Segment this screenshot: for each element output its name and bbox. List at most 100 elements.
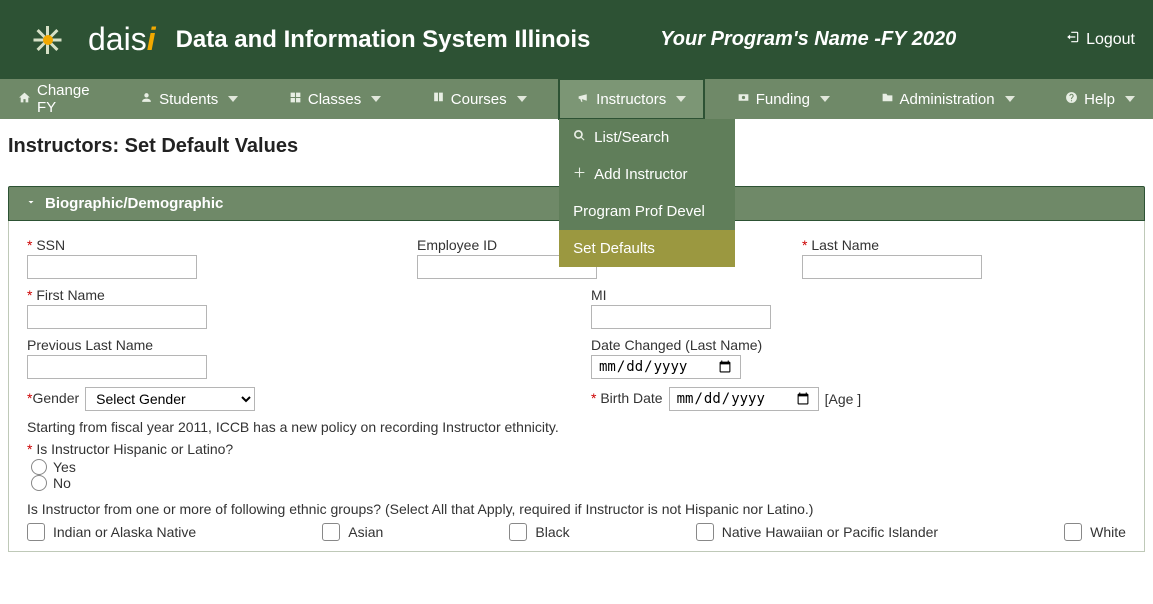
folder-icon — [881, 91, 894, 108]
mi-input[interactable] — [591, 305, 771, 329]
money-icon — [737, 91, 750, 108]
radio-yes-label: Yes — [53, 459, 76, 475]
hispanic-yes[interactable]: Yes — [31, 459, 1126, 475]
ssn-label: SSN — [36, 237, 65, 253]
ethnic-groups-question: Is Instructor from one or more of follow… — [27, 501, 1126, 517]
nav-students-label: Students — [159, 91, 218, 108]
program-name: Your Program's Name -FY 2020 — [660, 28, 956, 51]
field-first-name: * First Name — [27, 287, 571, 329]
nav-classes[interactable]: Classes — [271, 79, 399, 119]
field-prev-last-name: Previous Last Name — [27, 337, 571, 379]
nav-students[interactable]: Students — [122, 79, 256, 119]
caret-icon — [371, 96, 381, 102]
ethnic-asian-label: Asian — [348, 524, 383, 540]
nav-instructors-label: Instructors — [596, 91, 666, 108]
prev-last-name-input[interactable] — [27, 355, 207, 379]
mi-label: MI — [591, 287, 771, 303]
megaphone-icon — [577, 91, 590, 108]
nav-administration[interactable]: Administration — [863, 79, 1033, 119]
logout-link[interactable]: Logout — [1066, 30, 1135, 49]
hispanic-radio-group: Yes No — [27, 459, 1126, 491]
radio-no-label: No — [53, 475, 71, 491]
caret-icon — [676, 96, 686, 102]
ethnic-black-label: Black — [535, 524, 569, 540]
logout-icon — [1066, 30, 1080, 49]
dropdown-list-search[interactable]: List/Search — [559, 119, 735, 156]
nav-funding-label: Funding — [756, 91, 810, 108]
caret-icon — [820, 96, 830, 102]
ssn-input[interactable] — [27, 255, 197, 279]
person-icon — [140, 91, 153, 108]
birth-date-label: Birth Date — [600, 390, 662, 406]
dropdown-add-instructor[interactable]: Add Instructor — [559, 156, 735, 193]
field-date-changed: Date Changed (Last Name) — [591, 337, 762, 379]
checkbox-icon — [509, 523, 527, 541]
checkbox-icon — [1064, 523, 1082, 541]
ethnic-white[interactable]: White — [1064, 523, 1126, 541]
ethnic-white-label: White — [1090, 524, 1126, 540]
logout-label: Logout — [1086, 31, 1135, 49]
birth-date-input[interactable] — [669, 387, 819, 411]
top-header: daisi Data and Information System Illino… — [0, 0, 1153, 79]
age-suffix: [Age ] — [825, 391, 862, 407]
last-name-label: Last Name — [811, 237, 879, 253]
book-icon — [432, 91, 445, 108]
instructors-dropdown: List/Search Add Instructor Program Prof … — [559, 119, 735, 267]
nav-help[interactable]: Help — [1047, 79, 1153, 119]
app-title: Data and Information System Illinois — [176, 26, 591, 54]
checkbox-icon — [322, 523, 340, 541]
last-name-input[interactable] — [802, 255, 982, 279]
nav-help-label: Help — [1084, 91, 1115, 108]
dropdown-list-search-label: List/Search — [594, 129, 669, 146]
plus-icon — [573, 166, 586, 183]
logo: daisi — [18, 15, 156, 65]
first-name-label: First Name — [36, 287, 104, 303]
nav-change-fy[interactable]: Change FY — [0, 79, 108, 119]
ethnic-indian[interactable]: Indian or Alaska Native — [27, 523, 196, 541]
dropdown-add-instructor-label: Add Instructor — [594, 166, 687, 183]
grid-icon — [289, 91, 302, 108]
field-gender: *Gender Select Gender — [27, 387, 571, 411]
panel-body: * SSN Employee ID * Last Name * First Na… — [8, 221, 1145, 552]
dropdown-set-defaults[interactable]: Set Defaults — [559, 230, 735, 267]
ethnic-black[interactable]: Black — [509, 523, 569, 541]
chevron-down-icon — [25, 195, 37, 212]
ethnic-group-row: Indian or Alaska Native Asian Black Nati… — [27, 523, 1126, 541]
hispanic-no[interactable]: No — [31, 475, 1126, 491]
ethnic-indian-label: Indian or Alaska Native — [53, 524, 196, 540]
ethnic-asian[interactable]: Asian — [322, 523, 383, 541]
first-name-input[interactable] — [27, 305, 207, 329]
panel-heading-label: Biographic/Demographic — [45, 195, 223, 212]
checkbox-icon — [696, 523, 714, 541]
logo-mark — [18, 15, 78, 65]
home-icon — [18, 91, 31, 108]
gender-select[interactable]: Select Gender — [85, 387, 255, 411]
caret-icon — [517, 96, 527, 102]
radio-icon — [31, 459, 47, 475]
checkbox-icon — [27, 523, 45, 541]
help-icon — [1065, 91, 1078, 108]
nav-change-fy-label: Change FY — [37, 82, 90, 116]
logo-text: daisi — [88, 21, 156, 58]
ethnic-hawaiian[interactable]: Native Hawaiian or Pacific Islander — [696, 523, 938, 541]
hispanic-question: Is Instructor Hispanic or Latino? — [36, 441, 233, 457]
dropdown-set-defaults-label: Set Defaults — [573, 240, 655, 257]
prev-last-name-label: Previous Last Name — [27, 337, 571, 353]
main-nav: Change FY Students Classes Courses Instr… — [0, 79, 1153, 119]
gender-label: Gender — [32, 390, 79, 406]
field-birth-date: * Birth Date [Age ] — [591, 387, 861, 411]
radio-icon — [31, 475, 47, 491]
nav-courses[interactable]: Courses — [414, 79, 545, 119]
dropdown-prof-devel-label: Program Prof Devel — [573, 203, 705, 220]
dropdown-prof-devel[interactable]: Program Prof Devel — [559, 193, 735, 230]
nav-courses-label: Courses — [451, 91, 507, 108]
ethnic-hawaiian-label: Native Hawaiian or Pacific Islander — [722, 524, 938, 540]
date-changed-label: Date Changed (Last Name) — [591, 337, 762, 353]
nav-administration-label: Administration — [900, 91, 995, 108]
caret-icon — [1005, 96, 1015, 102]
nav-classes-label: Classes — [308, 91, 361, 108]
nav-instructors[interactable]: Instructors List/Search Add Instructor P… — [559, 79, 704, 119]
date-changed-input[interactable] — [591, 355, 741, 379]
nav-funding[interactable]: Funding — [719, 79, 848, 119]
field-mi: MI — [591, 287, 771, 329]
